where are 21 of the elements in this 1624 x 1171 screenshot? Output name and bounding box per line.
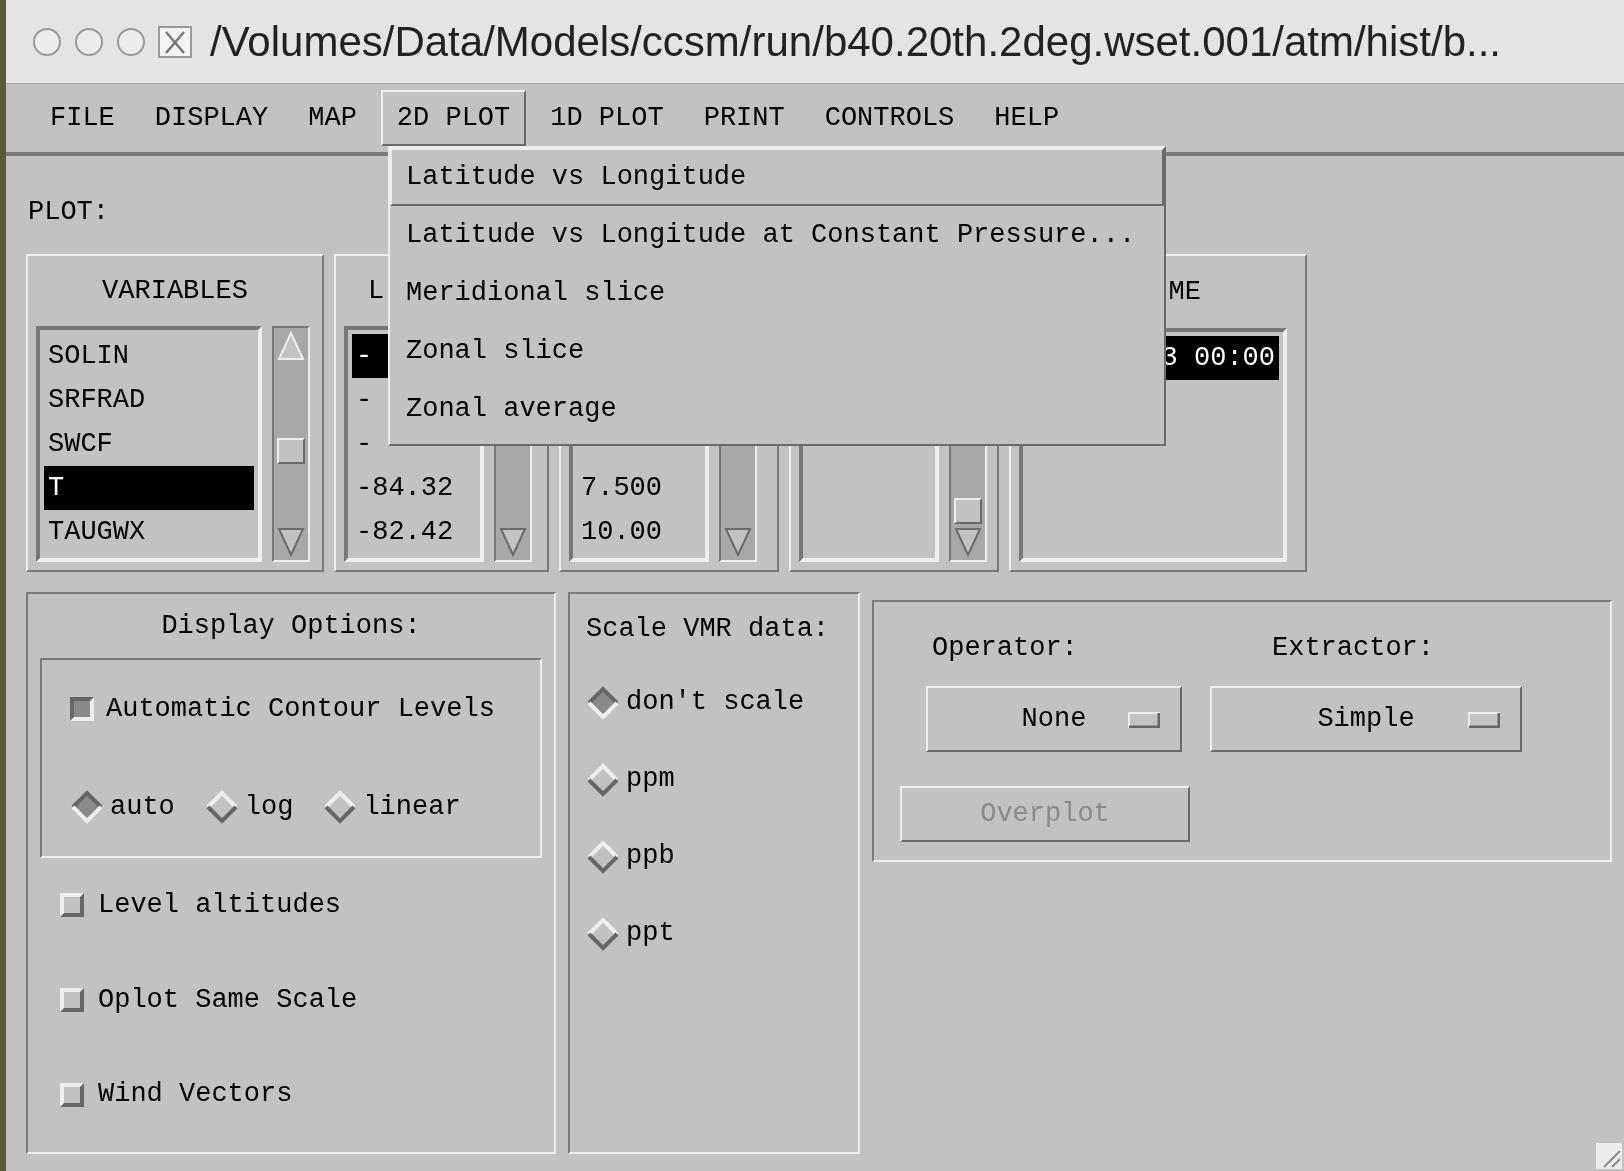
panel-title: Scale VMR data: [586, 612, 830, 646]
field-label: Extractor: [1272, 632, 1435, 665]
list-header: L [368, 274, 385, 308]
radio-label: ppt [626, 917, 675, 951]
field-label: Operator: [932, 632, 1078, 665]
list-header: ME [1168, 275, 1201, 309]
checkbox-label: Wind Vectors [98, 1078, 293, 1112]
panel-title: Display Options: [161, 609, 421, 643]
window-title: /Volumes/Data/Models/ccsm/run/b40.20th.2deg.wset.001/atm/hist/b... [210, 17, 1501, 67]
radio-label: linear [363, 790, 461, 824]
radio-label: log [244, 790, 294, 824]
list-header: VARIABLES [102, 274, 248, 308]
radio-label: don't scale [626, 686, 805, 720]
radio-label: auto [110, 790, 175, 824]
checkbox-label: Automatic Contour Levels [106, 692, 495, 726]
checkbox-label: Oplot Same Scale [98, 983, 358, 1017]
plot-label: PLOT: [28, 197, 109, 227]
overplot-button: Overplot [900, 786, 1190, 842]
checkbox-label: Level altitudes [98, 889, 342, 923]
radio-label: ppm [626, 763, 675, 797]
radio-label: ppb [626, 840, 675, 874]
